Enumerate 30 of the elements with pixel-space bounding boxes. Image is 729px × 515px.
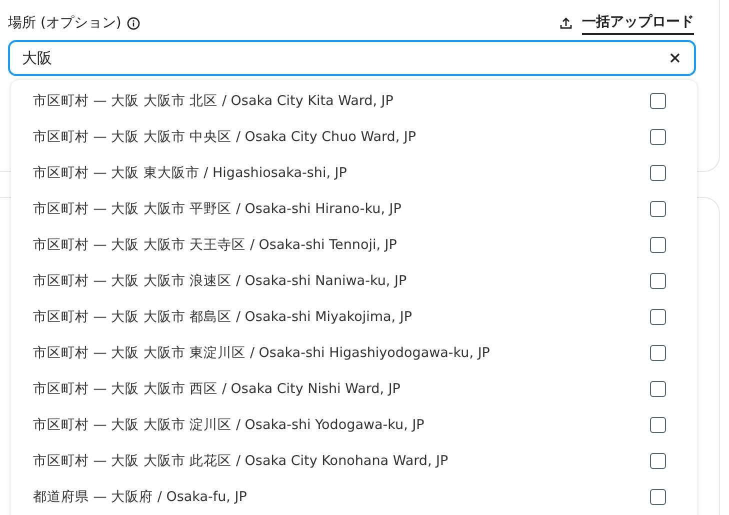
info-icon [127, 16, 140, 30]
checkbox[interactable] [650, 381, 666, 397]
option-item[interactable]: 市区町村 — 大阪 大阪市 淀川区 / Osaka-shi Yodogawa-ku, JP [33, 414, 424, 436]
option-item[interactable]: 市区町村 — 大阪 大阪市 天王寺区 / Osaka-shi Tennoji, JP [33, 234, 397, 256]
checkbox[interactable] [650, 201, 666, 217]
upload-icon [560, 17, 572, 29]
checkbox[interactable] [650, 129, 666, 145]
option-item[interactable]: 市区町村 — 大阪 大阪市 中央区 / Osaka City Chuo Ward, JP [33, 126, 416, 148]
field-label: 場所 (オプション) [8, 14, 122, 32]
checkbox[interactable] [650, 93, 666, 109]
option-item[interactable]: 市区町村 — 大阪 大阪市 平野区 / Osaka-shi Hirano-ku, JP [33, 198, 402, 220]
checkbox[interactable] [650, 489, 666, 505]
search-field[interactable]: 大阪 [8, 40, 696, 76]
option-item[interactable]: 市区町村 — 大阪 大阪市 東淀川区 / Osaka-shi Higashiyodogawa-ku, JP [33, 342, 490, 364]
option-item[interactable]: 市区町村 — 大阪 大阪市 西区 / Osaka City Nishi Ward, JP [33, 378, 400, 400]
checkbox[interactable] [650, 453, 666, 469]
option-item[interactable]: 市区町村 — 大阪 大阪市 北区 / Osaka City Kita Ward, JP [33, 90, 394, 112]
option-item[interactable]: 市区町村 — 大阪 大阪市 浪速区 / Osaka-shi Naniwa-ku, JP [33, 270, 407, 292]
option-item[interactable]: 都道府県 — 大阪府 / Osaka-fu, JP [33, 486, 247, 508]
clear-icon[interactable] [670, 53, 680, 63]
checkbox[interactable] [650, 165, 666, 181]
option-item[interactable]: 市区町村 — 大阪 東大阪市 / Higashiosaka-shi, JP [33, 162, 347, 184]
checkbox[interactable] [650, 273, 666, 289]
checkbox[interactable] [650, 237, 666, 253]
checkbox[interactable] [650, 309, 666, 325]
checkbox[interactable] [650, 345, 666, 361]
bulk-upload-link[interactable]: 一括アップロード [560, 12, 696, 34]
option-item[interactable]: 市区町村 — 大阪 大阪市 都島区 / Osaka-shi Miyakojima, JP [33, 306, 412, 328]
option-item[interactable]: 市区町村 — 大阪 大阪市 此花区 / Osaka City Konohana Ward, JP [33, 450, 448, 472]
checkbox[interactable] [650, 417, 666, 433]
